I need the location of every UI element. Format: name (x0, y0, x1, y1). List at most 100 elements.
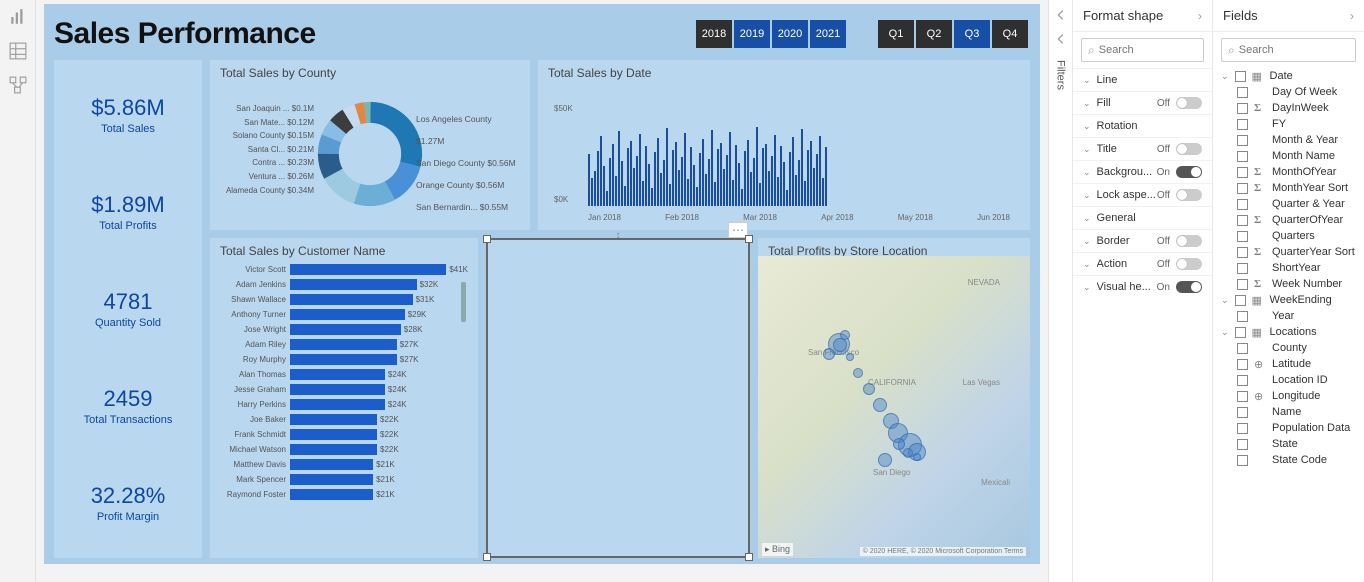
field-item[interactable]: Name (1213, 404, 1364, 420)
checkbox[interactable] (1237, 279, 1248, 290)
toggle[interactable] (1176, 258, 1202, 270)
field-item[interactable]: Year (1213, 308, 1364, 324)
format-section[interactable]: ⌄ActionOff (1073, 252, 1212, 275)
format-section[interactable]: ⌄General (1073, 206, 1212, 229)
report-canvas[interactable]: Sales Performance 2018201920202021 Q1Q2Q… (44, 4, 1040, 564)
checkbox[interactable] (1237, 439, 1248, 450)
format-section[interactable]: ⌄Line (1073, 68, 1212, 91)
quarter-pill[interactable]: Q3 (954, 20, 990, 48)
year-slicer[interactable]: 2018201920202021 (696, 20, 848, 48)
resize-handle[interactable] (745, 235, 753, 243)
checkbox[interactable] (1237, 359, 1248, 370)
field-group[interactable]: ⌄▦Date (1213, 68, 1364, 84)
field-item[interactable]: ⊕Longitude (1213, 388, 1364, 404)
field-item[interactable]: ΣQuarterOfYear (1213, 212, 1364, 228)
checkbox[interactable] (1237, 391, 1248, 402)
filters-pane-label[interactable]: Filters (1055, 60, 1067, 90)
checkbox[interactable] (1237, 247, 1248, 258)
toggle[interactable] (1176, 143, 1202, 155)
format-section[interactable]: ⌄Lock aspe...Off (1073, 183, 1212, 206)
field-item[interactable]: ShortYear (1213, 260, 1364, 276)
checkbox[interactable] (1237, 423, 1248, 434)
resize-handle[interactable] (745, 553, 753, 561)
checkbox[interactable] (1237, 135, 1248, 146)
format-section[interactable]: ⌄Rotation (1073, 114, 1212, 137)
checkbox[interactable] (1237, 103, 1248, 114)
field-item[interactable]: Population Data (1213, 420, 1364, 436)
toggle[interactable] (1176, 281, 1202, 293)
field-item[interactable]: Month Name (1213, 148, 1364, 164)
checkbox[interactable] (1235, 327, 1246, 338)
field-item[interactable]: Quarters (1213, 228, 1364, 244)
date-chart-card[interactable]: Total Sales by Date $50K $0K Jan 2018Feb… (538, 60, 1030, 230)
format-search[interactable]: ⌕ (1081, 38, 1204, 62)
fields-search[interactable]: ⌕ (1221, 38, 1356, 62)
field-item[interactable]: ΣQuarterYear Sort (1213, 244, 1364, 260)
field-item[interactable]: Quarter & Year (1213, 196, 1364, 212)
county-chart-card[interactable]: Total Sales by County San Joaquin ... $0… (210, 60, 530, 230)
field-item[interactable]: ΣWeek Number (1213, 276, 1364, 292)
move-handle-icon[interactable]: ↕ (616, 230, 621, 241)
report-view-icon[interactable] (9, 8, 27, 26)
quarter-slicer[interactable]: Q1Q2Q3Q4 (878, 20, 1030, 48)
toggle[interactable] (1176, 166, 1202, 178)
checkbox[interactable] (1237, 375, 1248, 386)
checkbox[interactable] (1235, 295, 1246, 306)
checkbox[interactable] (1235, 71, 1246, 82)
checkbox[interactable] (1237, 407, 1248, 418)
checkbox[interactable] (1237, 311, 1248, 322)
field-item[interactable]: ΣMonthYear Sort (1213, 180, 1364, 196)
format-section[interactable]: ⌄BorderOff (1073, 229, 1212, 252)
format-section[interactable]: ⌄FillOff (1073, 91, 1212, 114)
visualizations-collapse-icon[interactable] (1054, 8, 1068, 22)
checkbox[interactable] (1237, 263, 1248, 274)
year-pill[interactable]: 2020 (772, 20, 808, 48)
kpi-card[interactable]: $5.86MTotal Sales$1.89MTotal Profits4781… (54, 60, 202, 558)
quarter-pill[interactable]: Q2 (916, 20, 952, 48)
checkbox[interactable] (1237, 343, 1248, 354)
chevron-right-icon[interactable]: › (1350, 9, 1354, 23)
year-pill[interactable]: 2021 (810, 20, 846, 48)
quarter-pill[interactable]: Q1 (878, 20, 914, 48)
model-view-icon[interactable] (9, 76, 27, 94)
resize-handle[interactable] (483, 553, 491, 561)
panel-header[interactable]: Fields › (1213, 0, 1364, 32)
panel-header[interactable]: Format shape › (1073, 0, 1212, 32)
customer-chart-card[interactable]: Total Sales by Customer Name Victor Scot… (210, 238, 478, 558)
chevron-right-icon[interactable]: › (1198, 9, 1202, 23)
toggle[interactable] (1176, 97, 1202, 109)
field-item[interactable]: ΣDayInWeek (1213, 100, 1364, 116)
field-item[interactable]: ⊕Latitude (1213, 356, 1364, 372)
field-item[interactable]: Month & Year (1213, 132, 1364, 148)
search-input[interactable] (1239, 44, 1364, 56)
filters-collapse-icon[interactable] (1054, 32, 1068, 46)
field-item[interactable]: State (1213, 436, 1364, 452)
quarter-pill[interactable]: Q4 (992, 20, 1028, 48)
selected-shape[interactable]: ⋯ ↕ (486, 238, 750, 558)
year-pill[interactable]: 2019 (734, 20, 770, 48)
data-view-icon[interactable] (9, 42, 27, 60)
field-item[interactable]: Day Of Week (1213, 84, 1364, 100)
field-item[interactable]: FY (1213, 116, 1364, 132)
checkbox[interactable] (1237, 231, 1248, 242)
checkbox[interactable] (1237, 151, 1248, 162)
map-card[interactable]: Total Profits by Store Location NEVADA C… (758, 238, 1030, 558)
format-section[interactable]: ⌄Visual he...On (1073, 275, 1212, 298)
scrollbar[interactable] (461, 282, 466, 322)
checkbox[interactable] (1237, 119, 1248, 130)
checkbox[interactable] (1237, 215, 1248, 226)
format-section[interactable]: ⌄Backgrou...On (1073, 160, 1212, 183)
toggle[interactable] (1176, 189, 1202, 201)
field-item[interactable]: ΣMonthOfYear (1213, 164, 1364, 180)
field-group[interactable]: ⌄▦WeekEnding (1213, 292, 1364, 308)
field-group[interactable]: ⌄▦Locations (1213, 324, 1364, 340)
resize-handle[interactable] (483, 235, 491, 243)
checkbox[interactable] (1237, 183, 1248, 194)
field-item[interactable]: Location ID (1213, 372, 1364, 388)
checkbox[interactable] (1237, 199, 1248, 210)
format-section[interactable]: ⌄TitleOff (1073, 137, 1212, 160)
checkbox[interactable] (1237, 167, 1248, 178)
checkbox[interactable] (1237, 87, 1248, 98)
field-item[interactable]: State Code (1213, 452, 1364, 468)
checkbox[interactable] (1237, 455, 1248, 466)
